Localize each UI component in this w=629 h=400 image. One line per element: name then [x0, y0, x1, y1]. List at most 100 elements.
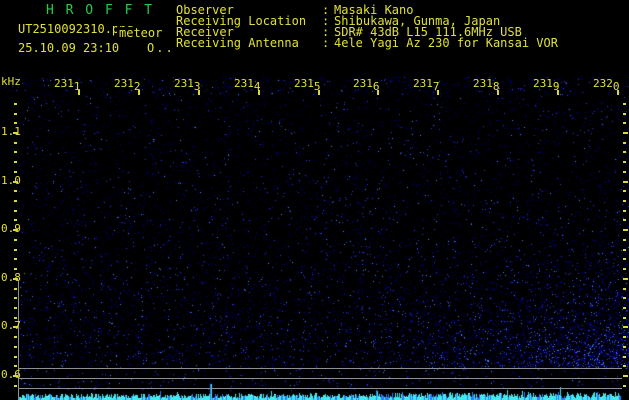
- axis-tick: [14, 161, 17, 163]
- axis-tick: [14, 268, 17, 270]
- time-label-main: 231: [114, 77, 134, 90]
- axis-tick: [14, 385, 17, 387]
- info-row: Receiver: SDR# 43dB L15 111.6MHz USB: [176, 25, 558, 39]
- freq-label: 1.1: [1, 125, 21, 138]
- axis-tick: [623, 151, 626, 153]
- time-label: 2312: [114, 77, 141, 93]
- info-label: Observer: [176, 3, 234, 17]
- freq-label: 1.0: [1, 174, 21, 187]
- axis-tick: [623, 297, 626, 299]
- left-border-line: [18, 281, 19, 400]
- info-label: Receiving Antenna: [176, 36, 299, 50]
- axis-tick: [623, 336, 626, 338]
- info-value: SDR# 43dB L15 111.6MHz USB: [334, 25, 522, 39]
- axis-tick: [14, 239, 17, 241]
- axis-tick: [623, 219, 626, 221]
- time-label-main: 231: [174, 77, 194, 90]
- freq-label: 0.7: [1, 319, 21, 332]
- time-label-main: 231: [533, 77, 553, 90]
- reference-line-1: [19, 368, 622, 369]
- axis-tick: [623, 239, 626, 241]
- time-label-last: 6: [372, 80, 380, 93]
- time-label-main: 231: [413, 77, 433, 90]
- axis-tick: [14, 210, 17, 212]
- axis-tick: [14, 346, 17, 348]
- spectrogram-canvas: [0, 0, 629, 400]
- time-label-last: 3: [193, 80, 201, 93]
- axis-tick: [14, 219, 17, 221]
- axis-tick: [14, 356, 17, 358]
- axis-tick: [623, 326, 628, 328]
- reference-line-2: [19, 378, 622, 379]
- time-label-main: 231: [54, 77, 74, 90]
- axis-tick: [14, 122, 17, 124]
- axis-tick: [14, 258, 17, 260]
- time-label-last: 2: [133, 80, 141, 93]
- freq-label: 0.6: [1, 368, 21, 381]
- info-label: Receiving Location: [176, 14, 307, 28]
- info-row: Receiving Location: Shibukawa, Gunma, Jap…: [176, 14, 558, 28]
- axis-tick: [14, 200, 17, 202]
- datetime-label: 25.10.09 23:10: [18, 41, 120, 55]
- axis-tick: [623, 171, 626, 173]
- hrofft-screen: H R O F F T UT2510092310.png meteor 25.1…: [0, 0, 629, 400]
- axis-tick: [623, 365, 626, 367]
- axis-tick: [14, 190, 17, 192]
- axis-tick: [623, 229, 628, 231]
- axis-tick: [14, 297, 17, 299]
- axis-tick: [623, 307, 626, 309]
- time-label-main: 231: [294, 77, 314, 90]
- axis-tick: [623, 210, 626, 212]
- time-label-last: 9: [552, 80, 560, 93]
- info-row: Observer: Masaki Kano: [176, 3, 558, 17]
- time-label: 2319: [533, 77, 560, 93]
- time-label: 2318: [473, 77, 500, 93]
- info-separator: :: [322, 36, 330, 50]
- axis-tick: [14, 171, 17, 173]
- info-label: Receiver: [176, 25, 234, 39]
- time-label-last: 8: [492, 80, 500, 93]
- axis-tick: [623, 161, 626, 163]
- time-label-main: 232: [593, 77, 613, 90]
- app-title: H R O F F T: [46, 3, 155, 18]
- axis-tick: [14, 307, 17, 309]
- axis-tick: [623, 385, 626, 387]
- time-label-last: 4: [253, 80, 261, 93]
- axis-tick: [14, 336, 17, 338]
- time-label: 2313: [174, 77, 201, 93]
- axis-tick: [623, 288, 626, 290]
- axis-tick: [14, 142, 17, 144]
- axis-tick: [623, 317, 626, 319]
- time-label-last: 7: [432, 80, 440, 93]
- axis-tick: [623, 132, 628, 134]
- time-label-last: 1: [73, 80, 81, 93]
- time-label: 2314: [234, 77, 261, 93]
- time-label-main: 231: [234, 77, 254, 90]
- axis-tick: [623, 278, 628, 280]
- info-value: Masaki Kano: [334, 3, 414, 17]
- reference-line-3: [19, 388, 622, 389]
- station-info-block: Observer: Masaki Kano Receiving Location: S…: [176, 3, 558, 50]
- axis-tick: [14, 113, 17, 115]
- axis-tick: [14, 288, 17, 290]
- axis-tick: [623, 258, 626, 260]
- time-label-main: 231: [473, 77, 493, 90]
- axis-tick: [623, 356, 626, 358]
- info-value: Shibukawa, Gunma, Japan: [334, 14, 501, 28]
- axis-tick: [14, 249, 17, 251]
- axis-tick: [623, 113, 626, 115]
- time-label: 2316: [353, 77, 380, 93]
- axis-tick: [623, 375, 628, 377]
- axis-tick: [623, 190, 626, 192]
- info-row: Receiving Antenna:4ele Yagi Az 230 for K…: [176, 36, 558, 50]
- axis-tick: [623, 200, 626, 202]
- axis-tick: [623, 181, 628, 183]
- time-label-last: 5: [313, 80, 321, 93]
- time-label: 2315: [294, 77, 321, 93]
- time-label-last: 0: [612, 80, 620, 93]
- axis-tick: [623, 142, 626, 144]
- axis-tick: [14, 151, 17, 153]
- info-separator: :: [322, 3, 330, 17]
- freq-axis-unit: kHz: [1, 75, 21, 88]
- axis-tick: [623, 346, 626, 348]
